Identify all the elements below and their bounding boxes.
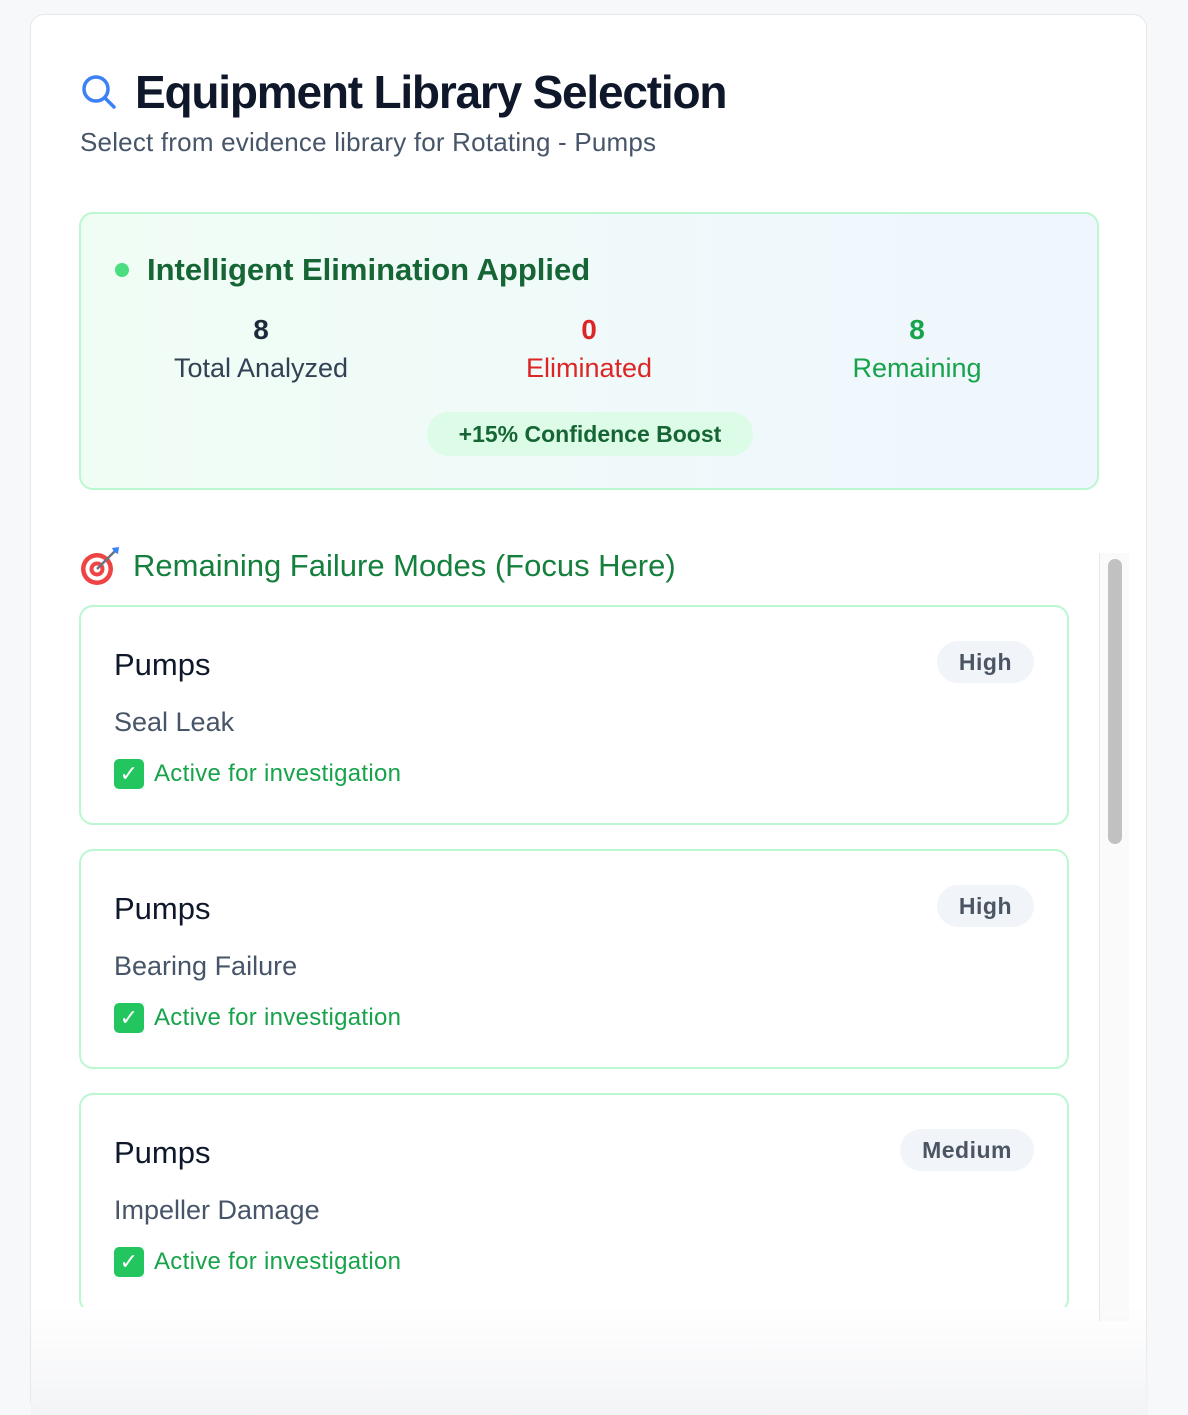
stat-eliminated-label: Eliminated — [525, 353, 653, 383]
elimination-summary: Intelligent Elimination Applied 8 Total … — [79, 212, 1099, 490]
stat-total-value: 8 — [253, 314, 269, 345]
priority-badge: Medium — [900, 1129, 1034, 1171]
section-title-text: Remaining Failure Modes (Focus Here) — [133, 548, 676, 583]
stat-total-label: Total Analyzed — [173, 353, 349, 383]
stat-eliminated-value: 0 — [581, 314, 597, 345]
scrollbar[interactable] — [1099, 553, 1129, 1321]
priority-badge: High — [936, 885, 1034, 927]
priority-badge: High — [936, 641, 1034, 683]
check-icon: ✓ — [114, 759, 144, 789]
status-line: ✓ Active for investigation — [114, 1247, 401, 1277]
elimination-title: Intelligent Elimination Applied — [147, 252, 591, 287]
status-text: Active for investigation — [154, 760, 402, 787]
stat-remaining-value: 8 — [909, 314, 925, 345]
confidence-boost-badge: +15% Confidence Boost — [427, 412, 753, 456]
stat-remaining: 8 Remaining — [767, 312, 1067, 388]
check-icon: ✓ — [114, 1003, 144, 1033]
bottom-fade — [31, 1305, 1148, 1415]
check-icon: ✓ — [114, 1247, 144, 1277]
failure-mode-name: Impeller Damage — [114, 1195, 320, 1225]
scrollbar-thumb[interactable] — [1108, 559, 1122, 844]
equipment-name: Pumps — [114, 1135, 211, 1170]
status-line: ✓ Active for investigation — [114, 759, 401, 789]
page-title: Equipment Library Selection — [135, 66, 727, 118]
status-line: ✓ Active for investigation — [114, 1003, 401, 1033]
status-text: Active for investigation — [154, 1004, 402, 1031]
stat-eliminated: 0 Eliminated — [439, 312, 739, 388]
failure-mode-name: Seal Leak — [114, 707, 235, 737]
status-dot-icon — [115, 263, 129, 277]
failure-mode-card[interactable]: Pumps High Bearing Failure ✓ Active for … — [79, 849, 1069, 1069]
page-subtitle: Select from evidence library for Rotatin… — [80, 127, 657, 157]
equipment-name: Pumps — [114, 891, 211, 926]
failure-mode-card[interactable]: Pumps Medium Impeller Damage ✓ Active fo… — [79, 1093, 1069, 1307]
failure-mode-card[interactable]: Pumps High Seal Leak ✓ Active for invest… — [79, 605, 1069, 825]
stat-remaining-label: Remaining — [852, 353, 982, 383]
search-icon — [79, 72, 119, 112]
failure-modes-scroll-area[interactable]: Remaining Failure Modes (Focus Here) Pum… — [79, 535, 1101, 1307]
panel-header: Equipment Library Selection — [79, 65, 727, 119]
equipment-name: Pumps — [114, 647, 211, 682]
elimination-header: Intelligent Elimination Applied — [115, 252, 590, 288]
failure-mode-name: Bearing Failure — [114, 951, 298, 981]
equipment-library-panel: Equipment Library Selection Select from … — [30, 14, 1148, 1415]
status-text: Active for investigation — [154, 1248, 402, 1275]
section-title: Remaining Failure Modes (Focus Here) — [79, 545, 676, 587]
stat-total-analyzed: 8 Total Analyzed — [111, 312, 411, 388]
target-icon — [79, 545, 121, 587]
